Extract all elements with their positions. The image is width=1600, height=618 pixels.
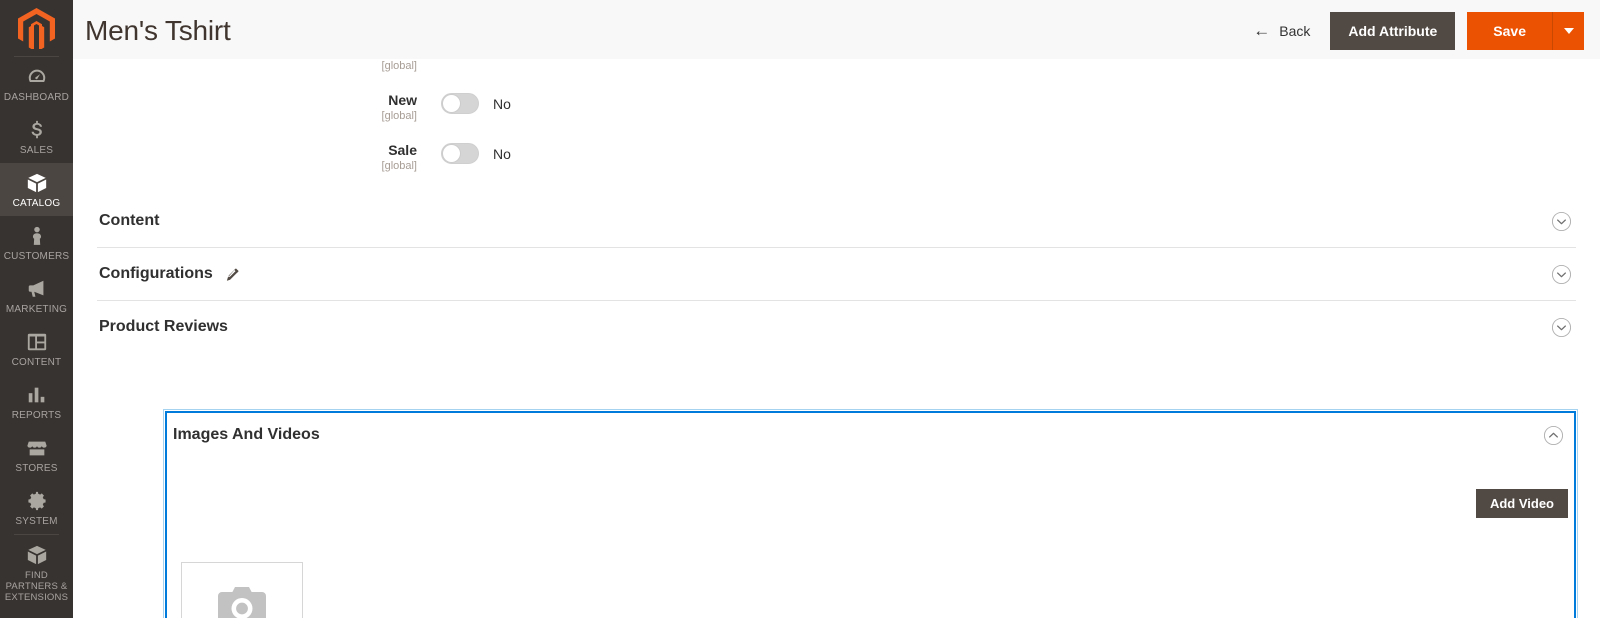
megaphone-icon xyxy=(26,278,48,300)
sidebar-item-content[interactable]: CONTENT xyxy=(0,322,73,375)
attribute-field-col: No xyxy=(441,142,511,164)
toggle-knob xyxy=(443,145,460,162)
sale-toggle-value: No xyxy=(493,145,511,162)
section-content: Content xyxy=(97,195,1576,247)
bar-chart-icon xyxy=(26,384,48,406)
magento-logo[interactable] xyxy=(0,0,73,56)
new-toggle[interactable] xyxy=(441,93,479,114)
section-title: Product Reviews xyxy=(99,318,228,335)
section-images-and-videos-header[interactable]: Images And Videos xyxy=(167,413,1574,457)
add-attribute-button[interactable]: Add Attribute xyxy=(1330,11,1456,50)
sidebar-item-label: SALES xyxy=(19,145,54,156)
camera-icon xyxy=(216,585,268,618)
sidebar-item-label: STORES xyxy=(15,463,58,474)
box-icon xyxy=(26,544,48,566)
sidebar-item-stores[interactable]: STORES xyxy=(0,428,73,481)
pencil-icon[interactable] xyxy=(225,267,240,282)
caret-down-icon xyxy=(1563,27,1574,34)
attribute-row-sale: Sale [global] No xyxy=(73,142,1600,173)
person-icon xyxy=(26,225,48,247)
magento-logo-icon xyxy=(18,7,55,49)
sidebar-item-label: SYSTEM xyxy=(15,516,58,527)
attribute-rows: [global] New [global] No Sale [global] N… xyxy=(73,59,1600,173)
toggle-knob xyxy=(443,95,460,112)
sidebar-item-label: REPORTS xyxy=(11,410,62,421)
dashboard-icon xyxy=(26,66,48,88)
back-button[interactable]: ← Back xyxy=(1245,16,1330,45)
sidebar-item-label: MARKETING xyxy=(5,304,68,315)
back-button-label: Back xyxy=(1279,22,1311,39)
sidebar-item-system[interactable]: SYSTEM xyxy=(0,481,73,534)
arrow-left-icon: ← xyxy=(1253,21,1271,40)
page-header: Men's Tshirt ← Back Add Attribute Save xyxy=(73,0,1600,62)
sidebar-item-catalog[interactable]: CATALOG xyxy=(0,163,73,216)
section-configurations-header[interactable]: Configurations xyxy=(97,248,1576,300)
attribute-row-new: New [global] No xyxy=(73,92,1600,123)
section-configurations: Configurations xyxy=(97,247,1576,300)
section-product-reviews-header[interactable]: Product Reviews xyxy=(97,301,1576,353)
sidebar-item-find-partners-extensions[interactable]: FIND PARTNERS & EXTENSIONS xyxy=(0,535,73,610)
attribute-scope: [global] xyxy=(381,160,417,172)
save-options-button[interactable] xyxy=(1552,11,1584,50)
box-icon xyxy=(26,172,48,194)
attribute-label-col: New [global] xyxy=(73,92,441,123)
save-button[interactable]: Save xyxy=(1467,11,1552,50)
section-images-and-videos: Images And Videos Add Video xyxy=(163,409,1578,618)
new-toggle-value: No xyxy=(493,95,511,112)
save-button-group: Save xyxy=(1467,11,1584,50)
sidebar-item-marketing[interactable]: MARKETING xyxy=(0,269,73,322)
dollar-icon xyxy=(26,119,48,141)
attribute-label-col: Sale [global] xyxy=(73,142,441,173)
images-and-videos-body: Add Video Browse to find or drag image h… xyxy=(167,457,1574,618)
collapsible-sections: Content Configurations Product Reviews xyxy=(73,195,1600,353)
gear-icon xyxy=(26,490,48,512)
sidebar-item-dashboard[interactable]: DASHBOARD xyxy=(0,57,73,110)
page-content: [global] New [global] No Sale [global] N… xyxy=(73,59,1600,618)
sidebar-item-label: FIND PARTNERS & EXTENSIONS xyxy=(4,570,69,603)
sidebar-item-label: CATALOG xyxy=(12,198,61,209)
sale-toggle[interactable] xyxy=(441,143,479,164)
section-product-reviews: Product Reviews xyxy=(97,300,1576,353)
chevron-down-circle-icon[interactable] xyxy=(1551,317,1572,338)
attribute-label: Sale xyxy=(388,142,417,158)
chevron-up-circle-icon[interactable] xyxy=(1543,425,1564,446)
section-title: Configurations xyxy=(99,265,213,282)
attribute-scope: [global] xyxy=(381,110,417,122)
admin-sidebar: DASHBOARD SALES CATALOG CUSTOMERS MARKET xyxy=(0,0,73,618)
storefront-icon xyxy=(26,437,48,459)
clipped-scope-label: [global] xyxy=(381,60,417,72)
main-area: Men's Tshirt ← Back Add Attribute Save [… xyxy=(73,0,1600,618)
magento-admin-page: DASHBOARD SALES CATALOG CUSTOMERS MARKET xyxy=(0,0,1600,618)
section-title: Content xyxy=(99,212,160,229)
sidebar-item-label: CONTENT xyxy=(11,357,62,368)
page-title: Men's Tshirt xyxy=(85,14,231,46)
sidebar-item-sales[interactable]: SALES xyxy=(0,110,73,163)
image-upload-placeholder[interactable]: Browse to find or drag image here xyxy=(181,562,303,618)
chevron-down-circle-icon[interactable] xyxy=(1551,264,1572,285)
section-content-header[interactable]: Content xyxy=(97,195,1576,247)
sidebar-item-label: DASHBOARD xyxy=(3,92,70,103)
add-video-button[interactable]: Add Video xyxy=(1475,489,1568,518)
sidebar-item-label: CUSTOMERS xyxy=(3,251,70,262)
chevron-down-circle-icon[interactable] xyxy=(1551,211,1572,232)
sidebar-item-customers[interactable]: CUSTOMERS xyxy=(0,216,73,269)
section-title: Images And Videos xyxy=(173,426,320,443)
sidebar-item-reports[interactable]: REPORTS xyxy=(0,375,73,428)
attribute-field-col: No xyxy=(441,92,511,114)
header-actions: ← Back Add Attribute Save xyxy=(1245,11,1584,50)
attribute-label: New xyxy=(388,92,417,108)
layout-icon xyxy=(26,331,48,353)
